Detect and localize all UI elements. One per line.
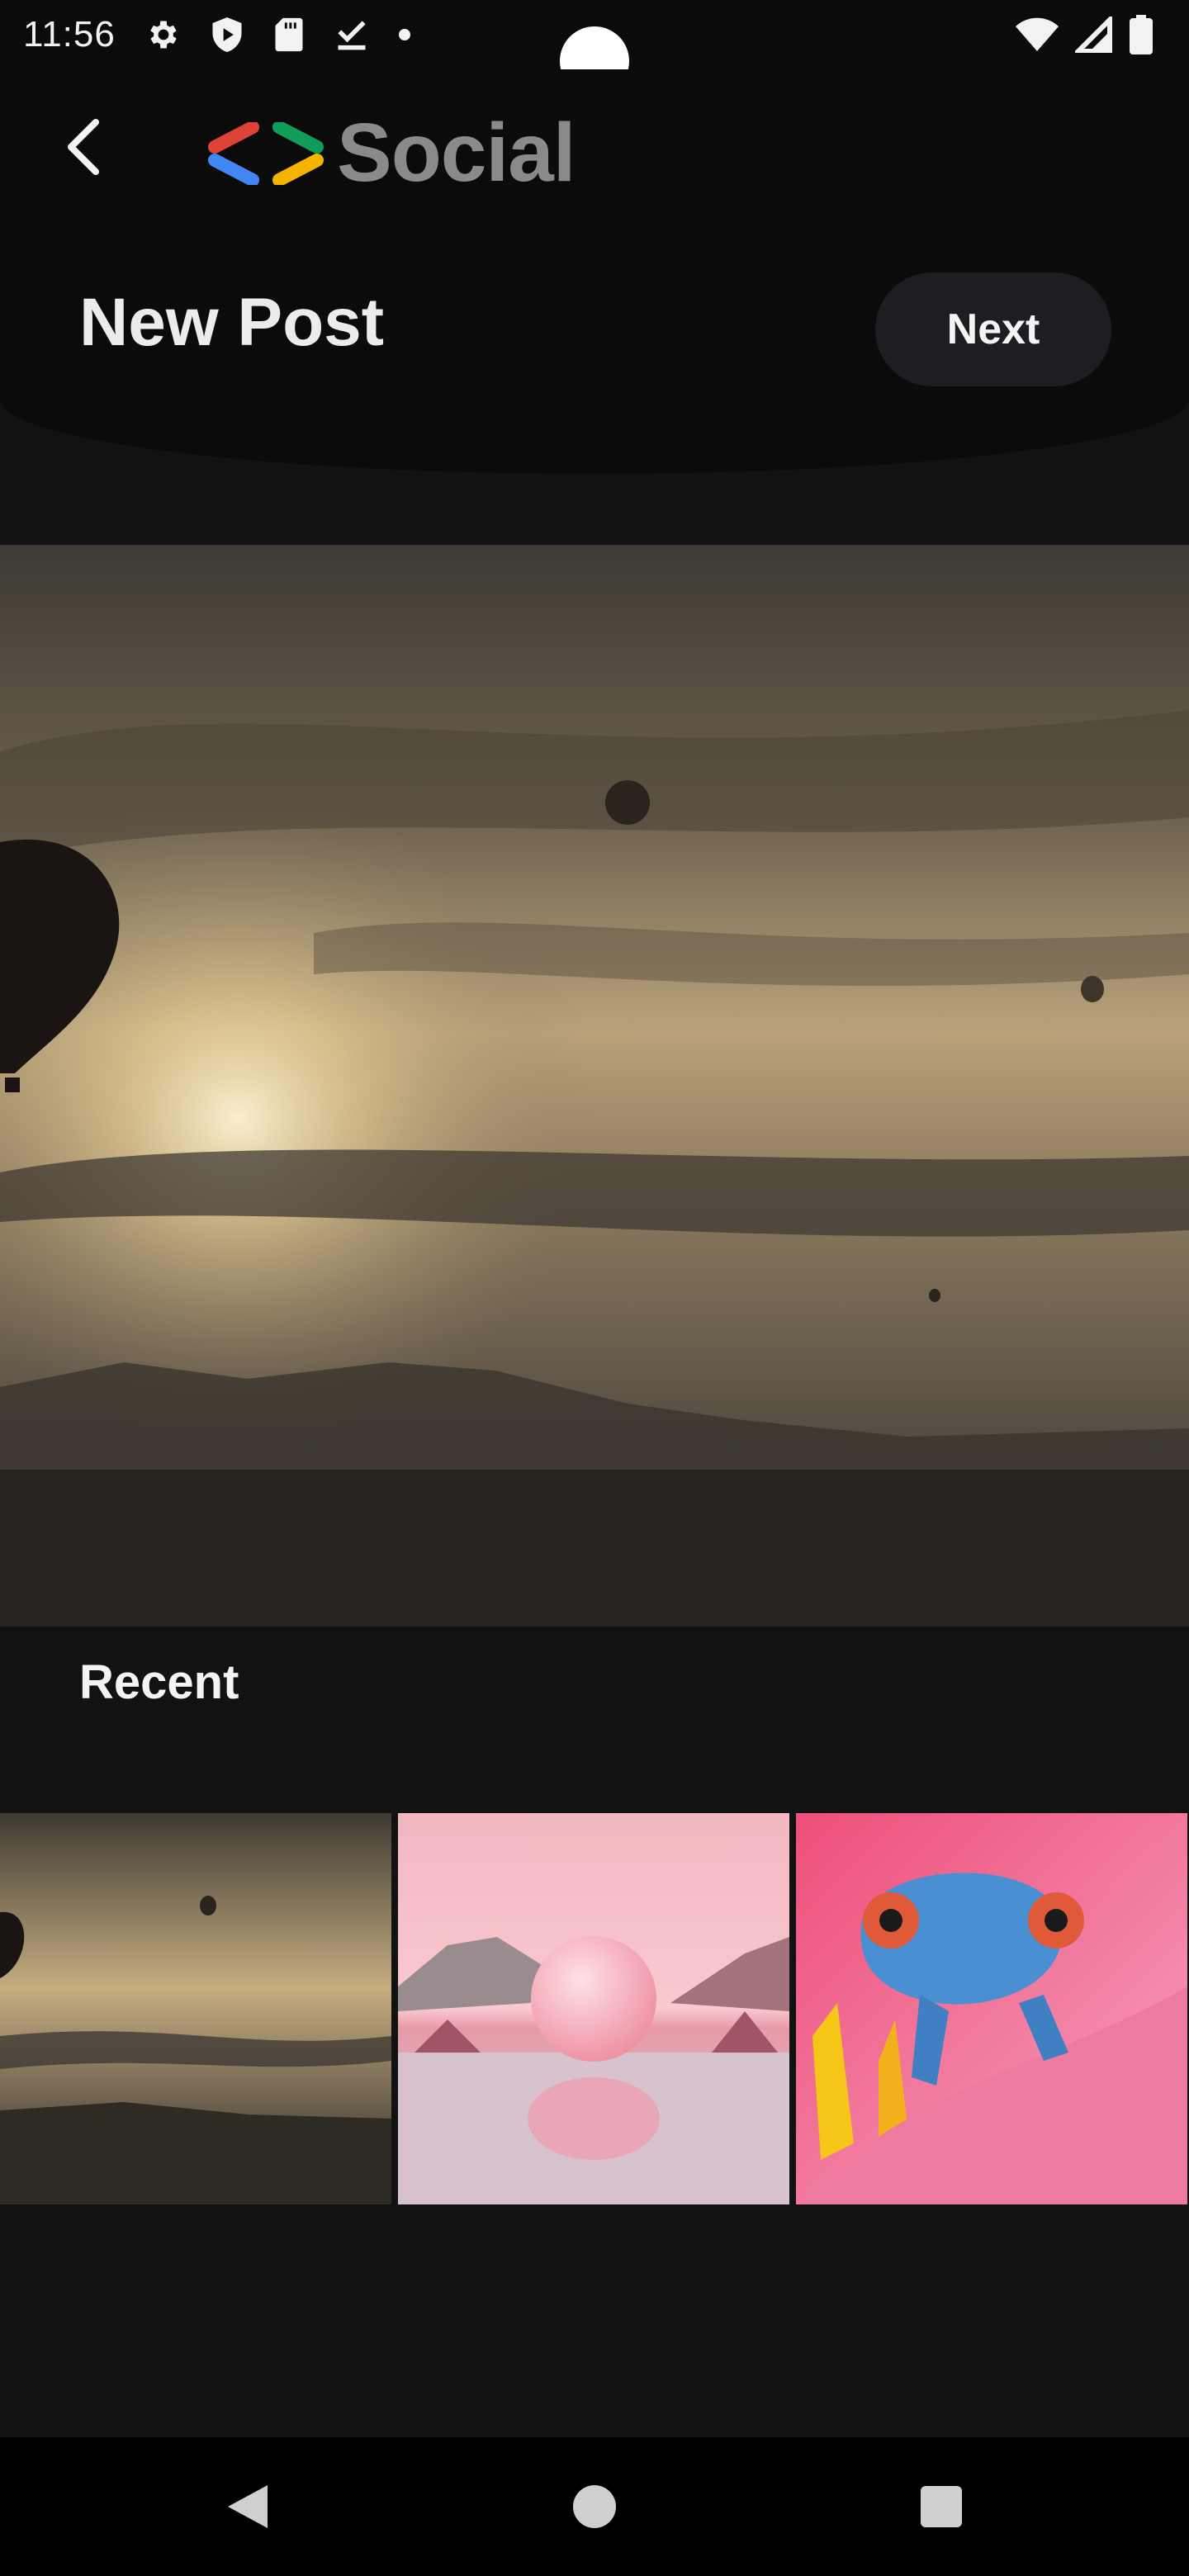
thumbnail-chameleon[interactable] xyxy=(796,1813,1187,2204)
nav-recents-button[interactable] xyxy=(905,2470,978,2543)
thumbnail-balloons[interactable] xyxy=(0,1813,391,2204)
balloons-sunset-thumbnail xyxy=(0,1813,391,2204)
nav-home-icon xyxy=(573,2485,616,2528)
settings-icon xyxy=(145,17,182,53)
shield-play-icon xyxy=(210,16,244,54)
nav-recents-icon xyxy=(921,2486,962,2527)
battery-icon xyxy=(1130,15,1153,59)
app-header: Social New Post Next xyxy=(0,69,1189,474)
thumbnail-pink-sphere[interactable] xyxy=(398,1813,789,2204)
next-button[interactable]: Next xyxy=(875,272,1111,386)
system-nav-bar xyxy=(0,2437,1189,2576)
back-button[interactable] xyxy=(51,116,114,178)
status-bar: 11:56 xyxy=(0,0,1189,96)
recent-title: Recent xyxy=(79,1655,239,1709)
download-done-icon xyxy=(334,17,370,53)
logo-text: Social xyxy=(337,107,576,199)
code-brackets-logo-icon xyxy=(208,121,324,185)
recent-thumbnails xyxy=(0,1813,1189,2204)
page-title: New Post xyxy=(79,285,385,360)
sd-card-icon xyxy=(272,17,306,53)
balloons-sunset-image xyxy=(0,545,1189,1627)
chevron-left-icon xyxy=(68,119,99,175)
pink-sphere-thumbnail xyxy=(398,1813,789,2204)
chameleon-thumbnail xyxy=(796,1813,1187,2204)
nav-back-icon xyxy=(228,2485,268,2528)
dot-icon xyxy=(398,28,411,41)
new-post-screen: 11:56 Social New Post Next Recent xyxy=(0,0,1189,2576)
status-icons-right xyxy=(1016,13,1153,59)
status-time: 11:56 xyxy=(23,14,116,54)
wifi-icon xyxy=(1016,17,1059,57)
selected-photo[interactable] xyxy=(0,545,1189,1627)
signal-icon xyxy=(1072,13,1113,57)
app-logo: Social xyxy=(206,106,576,201)
nav-home-button[interactable] xyxy=(558,2470,631,2543)
nav-back-button[interactable] xyxy=(211,2470,284,2543)
status-icons-left xyxy=(145,16,411,54)
